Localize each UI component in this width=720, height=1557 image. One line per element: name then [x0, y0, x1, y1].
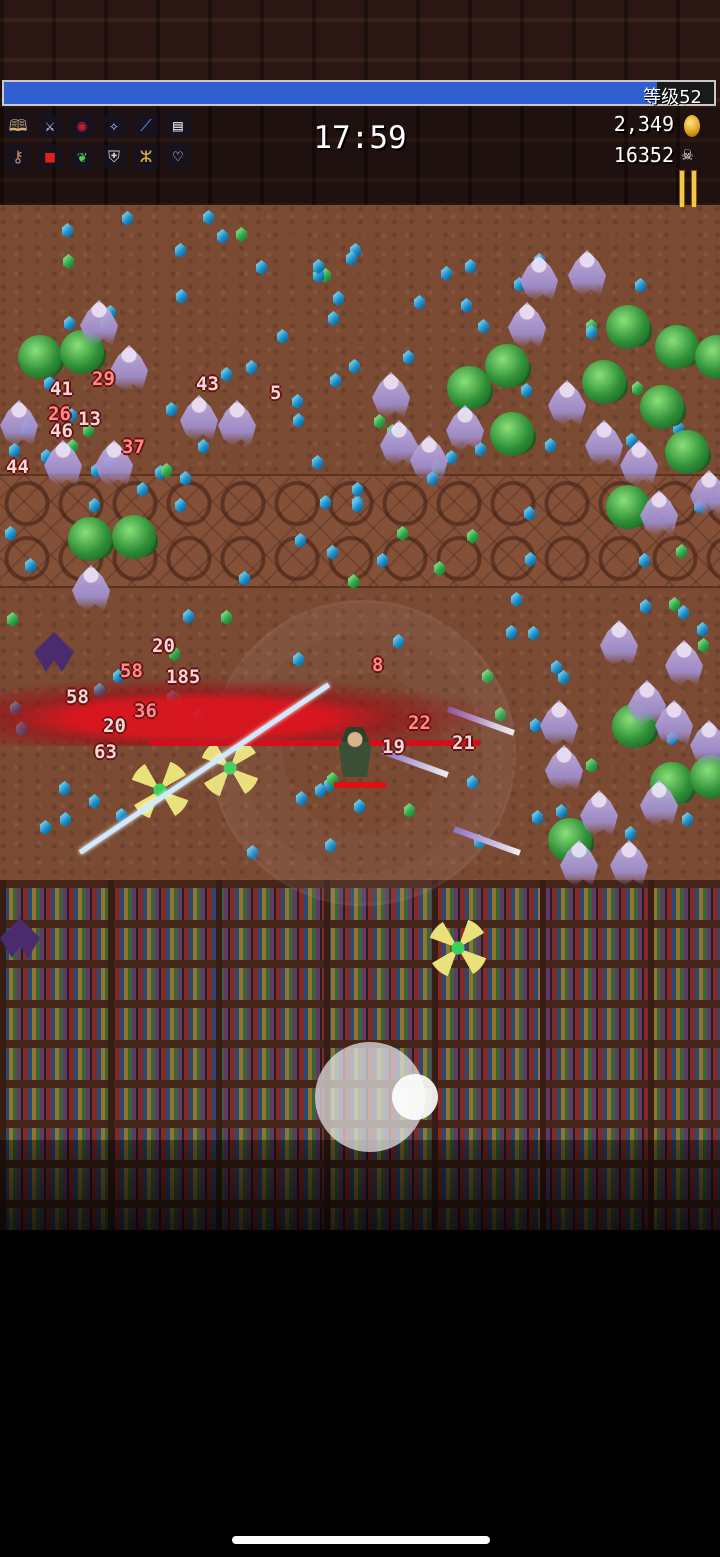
damage-number: 43 [196, 373, 219, 395]
damage-number: 36 [134, 700, 157, 722]
damage-number: 29 [92, 368, 115, 390]
tree-enemy [112, 515, 156, 559]
tree-enemy [655, 325, 699, 369]
coin-icon [684, 115, 700, 137]
damage-number: 46 [50, 420, 73, 442]
pause-bar-right [691, 170, 697, 208]
survival-timer: 17:59 [313, 120, 407, 156]
damage-number: 58 [120, 660, 143, 682]
joystick-knob[interactable] [392, 1074, 438, 1120]
damage-number: 20 [103, 715, 126, 737]
shelves-shadow [0, 1140, 720, 1300]
skull-icon: ☠ [682, 144, 693, 165]
tree-enemy [18, 335, 62, 379]
damage-number: 44 [6, 456, 29, 478]
damage-number: 63 [94, 741, 117, 763]
damage-number: 21 [452, 732, 475, 754]
tree-enemy [68, 517, 112, 561]
tree-enemy [582, 360, 626, 404]
damage-number: 58 [66, 686, 89, 708]
pause-button[interactable] [679, 170, 701, 208]
tree-enemy [640, 385, 684, 429]
damage-number: 20 [152, 635, 175, 657]
tree-enemy [665, 430, 709, 474]
pause-bar-left [679, 170, 685, 208]
damage-number: 41 [50, 378, 73, 400]
tree-enemy [490, 412, 534, 456]
experience-bar: 等级52 [2, 80, 716, 108]
tree-enemy [606, 305, 650, 349]
damage-number: 5 [270, 382, 282, 404]
player-health-bar [334, 782, 386, 788]
damage-number: 8 [372, 654, 384, 676]
damage-number: 37 [122, 436, 145, 458]
tree-enemy [485, 344, 529, 388]
damage-number: 19 [382, 736, 405, 758]
damage-number: 22 [408, 712, 431, 734]
experience-fill [4, 82, 658, 104]
level-label: 等级52 [643, 87, 702, 108]
damage-number: 13 [78, 408, 101, 430]
lightning-flower [428, 918, 488, 978]
kill-count: 16352 [613, 143, 674, 167]
whip-trail [150, 740, 480, 746]
home-indicator[interactable] [232, 1536, 490, 1544]
game-viewport[interactable]: 等级52 🕮 ⚔ ◉ ✧ ⟋ ▤ ⚷ ■ ❦ ⛨ ⵣ ♡ 17:59 2,349 16352 ☠ 4… [0, 0, 720, 1557]
damage-number: 185 [166, 666, 201, 688]
tree-enemy [447, 366, 491, 410]
gold-count: 2,349 [613, 112, 674, 136]
